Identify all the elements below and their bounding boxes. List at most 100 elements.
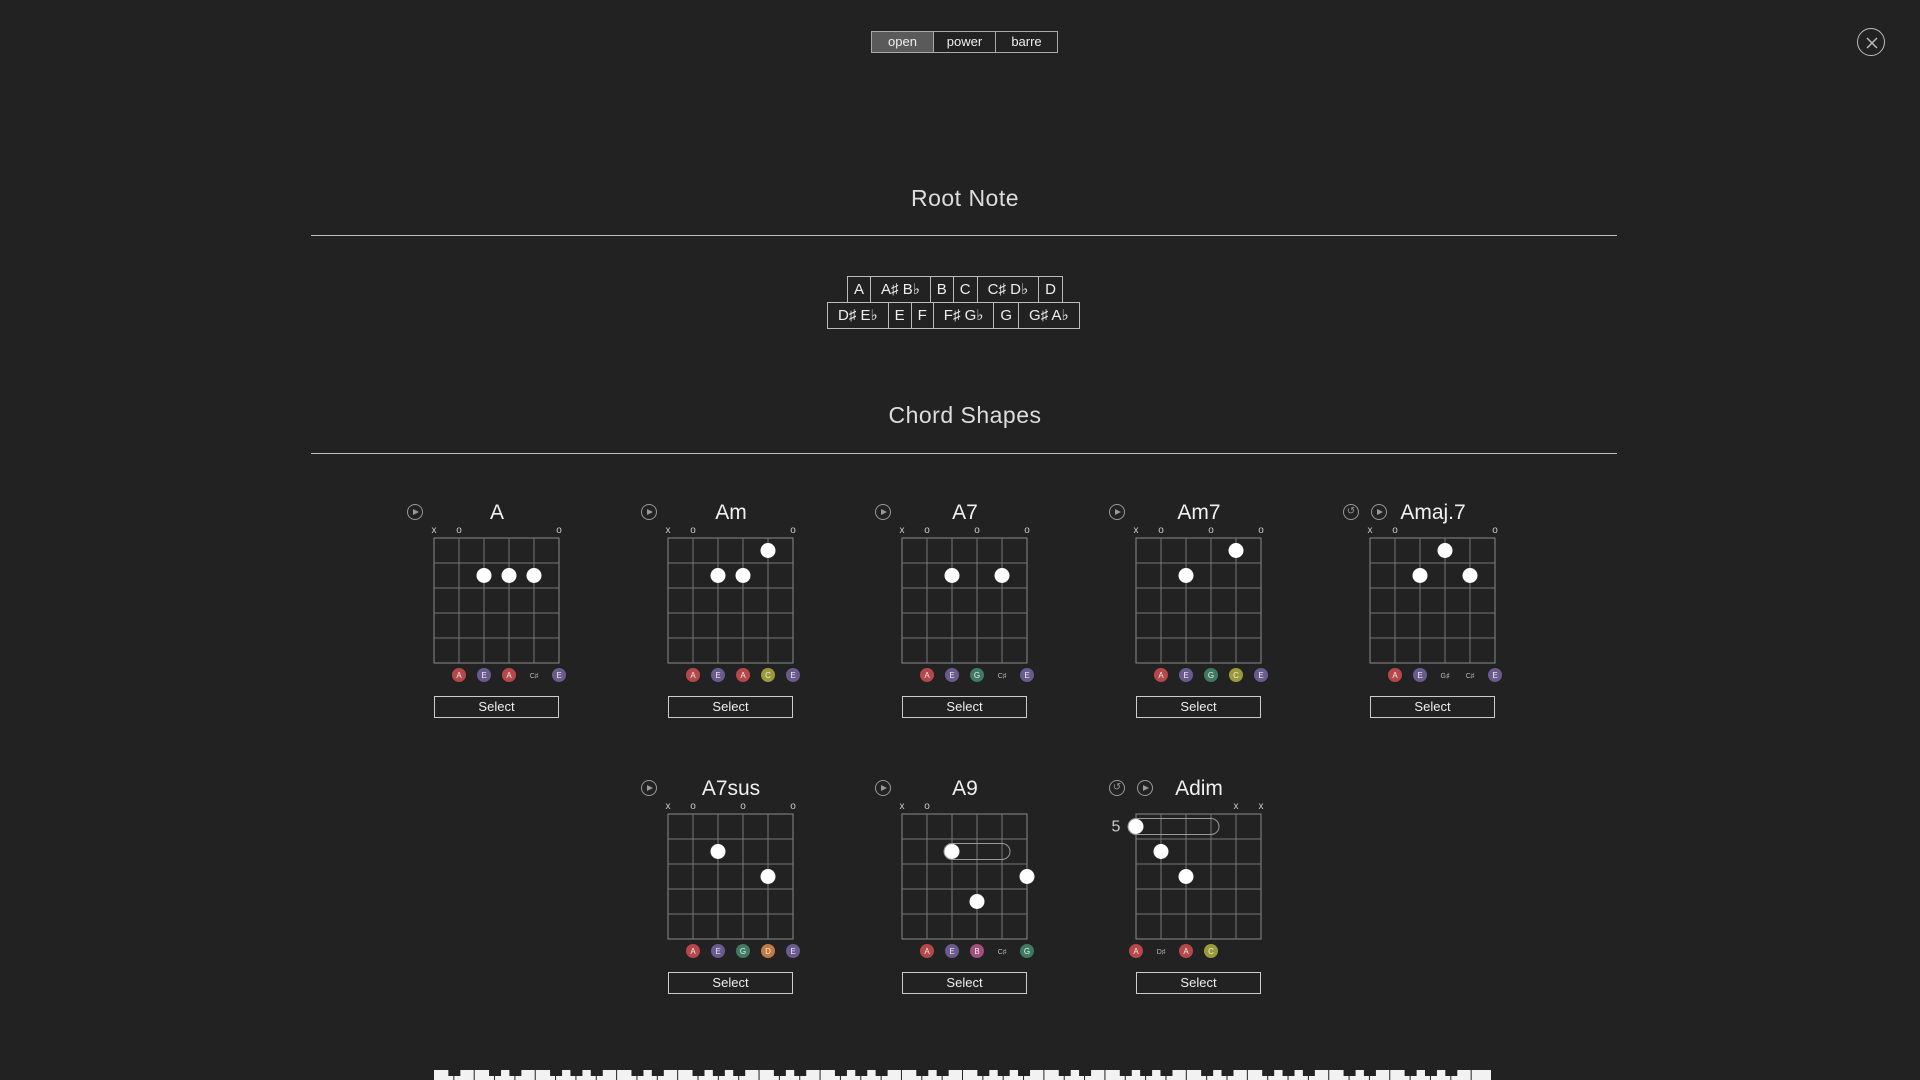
note-badge-label: A [1183,947,1189,956]
root-note-g[interactable]: G [994,303,1020,328]
open-string-marker: o [1258,525,1264,536]
chord-card: Am x o o A E A C E Select [641,493,821,723]
note-badge-label: E [1024,671,1029,680]
finger-dot [735,568,751,583]
select-chord-button[interactable]: Select [902,696,1027,718]
open-string-marker: o [1024,525,1030,536]
root-note-a[interactable]: A [848,277,872,302]
note-badge-label: E [1183,671,1188,680]
black-key [1201,1070,1214,1076]
fretboard-frame [1135,813,1262,940]
chord-diagram: x x 5 A D♯ A C [1112,801,1264,958]
finger-dot [944,844,960,859]
black-key [916,1070,929,1076]
fretboard-frame [667,537,794,664]
select-chord-button[interactable]: Select [1136,972,1261,994]
note-badge-label: E [1258,671,1263,680]
chord-name: Am [715,501,747,524]
select-chord-button[interactable]: Select [668,696,793,718]
finger-dot [1019,869,1035,884]
close-icon [1866,37,1878,49]
chord-name: A [489,501,504,524]
chord-name: A7 [952,501,978,524]
finger-dot [1153,844,1169,859]
muted-string-marker: x [1368,525,1373,536]
muted-string-marker: x [432,525,437,536]
black-key [712,1070,725,1076]
note-badge-label: G [740,947,746,956]
chord-diagram: x o o A E G♯ C♯ E [1368,525,1502,682]
chord-name: Adim [1175,777,1223,800]
chord-diagram: x o o o A E G D E [666,801,800,958]
chord-card: Am7 x o o o A E G C E Select [1109,493,1289,723]
piano-keyboard [434,1070,1491,1080]
muted-string-marker: x [666,525,671,536]
open-string-marker: o [924,525,930,536]
finger-dot [710,568,726,583]
chord-diagram: x o o A E A C♯ E [432,525,566,682]
select-chord-button[interactable]: Select [668,972,793,994]
black-key [1058,1070,1071,1076]
root-note-c[interactable]: C [954,277,978,302]
open-string-marker: o [790,525,796,536]
black-key [1221,1070,1234,1076]
finger-dot [710,844,726,859]
note-badge-label: A [1133,947,1139,956]
chord-name: A9 [952,777,978,800]
finger-dot [1462,568,1478,583]
finger-dot [1437,543,1453,558]
tab-power[interactable]: power [934,32,996,52]
note-badge-label: A [456,671,462,680]
black-key [1018,1070,1031,1076]
black-key [1282,1070,1295,1076]
note-badge-label: C [1233,671,1239,680]
finger-dot [994,568,1010,583]
root-note-g-sharp[interactable]: G♯ A♭ [1019,303,1080,328]
black-key [855,1070,868,1076]
tab-open[interactable]: open [872,32,934,52]
black-key [936,1070,949,1076]
chord-shapes-heading: Chord Shapes [888,402,1042,428]
note-badge-label: A [1158,671,1164,680]
root-note-f[interactable]: F [912,303,934,328]
open-string-marker: o [1392,525,1398,536]
chord-diagram: x o o o A E G C E [1134,525,1268,682]
black-key [1445,1070,1458,1076]
chord-card: ↺ Amaj.7 x o o A E G♯ C♯ E Select [1343,493,1523,723]
select-chord-button[interactable]: Select [1370,696,1495,718]
root-note-e[interactable]: E [889,303,912,328]
root-note-c-sharp[interactable]: C♯ D♭ [978,277,1040,302]
open-string-marker: o [740,801,746,812]
note-badge-label: E [949,947,954,956]
note-badge-label: E [1492,671,1497,680]
root-note-d-sharp[interactable]: D♯ E♭ [828,303,889,328]
black-key [977,1070,990,1076]
select-chord-button[interactable]: Select [902,972,1027,994]
muted-string-marker: x [1134,525,1139,536]
black-key [1262,1070,1275,1076]
open-string-marker: o [974,525,980,536]
chord-diagram: x o o A E A C E [666,525,800,682]
note-badge-label: E [715,947,720,956]
note-badge-label: A [690,947,696,956]
note-badge-label: E [1417,671,1422,680]
root-note-row-1: A A♯ B♭ B C C♯ D♭ D [847,276,1063,303]
black-key [509,1070,522,1076]
black-key [590,1070,603,1076]
open-string-marker: o [790,801,796,812]
close-button[interactable] [1857,28,1885,56]
root-note-a-sharp[interactable]: A♯ B♭ [871,277,931,302]
root-note-d[interactable]: D [1039,277,1063,302]
black-key [997,1070,1010,1076]
select-chord-button[interactable]: Select [434,696,559,718]
root-note-f-sharp[interactable]: F♯ G♭ [934,303,995,328]
fretboard-frame [901,537,1028,664]
muted-string-marker: x [1259,801,1264,812]
select-chord-button[interactable]: Select [1136,696,1261,718]
note-badge-label: E [790,947,795,956]
chord-card: A7 x o o o A E G C♯ E Select [875,493,1055,723]
finger-dot [944,568,960,583]
root-note-b[interactable]: B [931,277,954,302]
tab-barre[interactable]: barre [996,32,1057,52]
finger-dot [526,568,542,583]
